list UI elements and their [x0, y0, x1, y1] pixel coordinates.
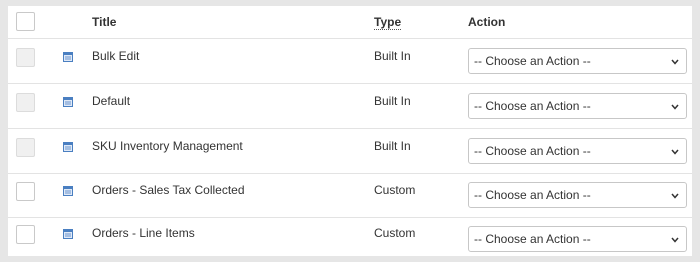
chevron-down-icon — [671, 149, 679, 155]
action-select[interactable]: -- Choose an Action -- — [468, 138, 687, 164]
action-select-value: -- Choose an Action -- — [474, 188, 591, 202]
chevron-down-icon — [671, 59, 679, 65]
row-type: Built In — [374, 49, 411, 63]
row-checkbox — [16, 138, 35, 157]
row-type: Built In — [374, 94, 411, 108]
table-row: SKU Inventory Management Built In -- Cho… — [8, 129, 692, 174]
action-select[interactable]: -- Choose an Action -- — [468, 182, 687, 208]
reports-table: Title Type Action Bulk Edit Built In -- … — [8, 6, 692, 256]
select-all-checkbox[interactable] — [16, 12, 35, 31]
action-select-value: -- Choose an Action -- — [474, 54, 591, 68]
table-row: Default Built In -- Choose an Action -- — [8, 84, 692, 129]
chevron-down-icon — [671, 237, 679, 243]
document-icon — [63, 142, 73, 152]
row-title: Bulk Edit — [92, 49, 140, 63]
action-select-value: -- Choose an Action -- — [474, 99, 591, 113]
row-type: Built In — [374, 139, 411, 153]
action-select-value: -- Choose an Action -- — [474, 232, 591, 246]
action-select[interactable]: -- Choose an Action -- — [468, 48, 687, 74]
row-checkbox[interactable] — [16, 225, 35, 244]
chevron-down-icon — [671, 104, 679, 110]
row-checkbox — [16, 93, 35, 112]
chevron-down-icon — [671, 193, 679, 199]
table-row: Bulk Edit Built In -- Choose an Action -… — [8, 39, 692, 84]
document-icon — [63, 52, 73, 62]
row-type: Custom — [374, 183, 416, 197]
action-select[interactable]: -- Choose an Action -- — [468, 93, 687, 119]
document-icon — [63, 229, 73, 239]
column-header-action: Action — [468, 15, 506, 29]
action-select[interactable]: -- Choose an Action -- — [468, 226, 687, 252]
row-checkbox[interactable] — [16, 182, 35, 201]
table-header: Title Type Action — [8, 6, 692, 39]
row-title: SKU Inventory Management — [92, 139, 243, 153]
action-select-value: -- Choose an Action -- — [474, 144, 591, 158]
column-header-type[interactable]: Type — [374, 15, 402, 30]
row-title: Orders - Line Items — [92, 226, 195, 240]
row-type: Custom — [374, 226, 416, 240]
row-title: Default — [92, 94, 131, 108]
column-header-title[interactable]: Title — [92, 15, 116, 29]
document-icon — [63, 186, 73, 196]
row-checkbox — [16, 48, 35, 67]
table-row: Orders - Sales Tax Collected Custom -- C… — [8, 174, 692, 218]
table-row: Orders - Line Items Custom -- Choose an … — [8, 218, 692, 256]
document-icon — [63, 97, 73, 107]
row-title: Orders - Sales Tax Collected — [92, 183, 245, 197]
